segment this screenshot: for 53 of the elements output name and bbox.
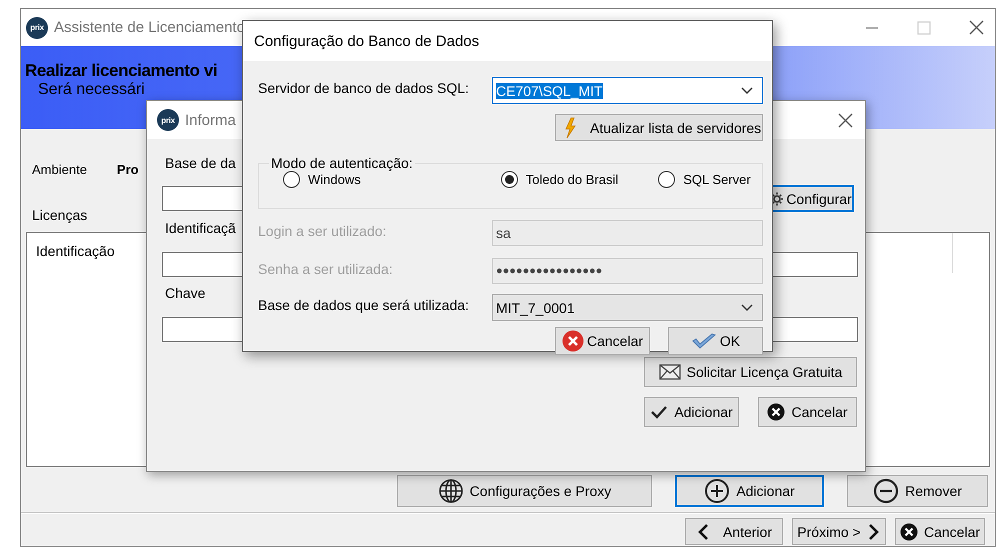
radio-button[interactable]: Windows [283,171,361,188]
field-label: Base de dados que será utilizada: [258,296,470,313]
add-button[interactable]: Adicionar [675,475,824,507]
x-circle-icon [767,403,786,421]
minus-circle-icon [873,478,900,504]
field-label: Login a ser utilizado: [258,222,388,239]
cancel-button[interactable]: Cancelar [758,397,857,427]
licenses-label: Licenças [31,207,88,223]
refresh-button[interactable]: Atualizar lista de servidores [555,114,763,141]
environment-value: Pro [116,162,139,177]
server-dropdown[interactable]: CE707\SQL_MIT [492,77,763,104]
plus-circle-icon [704,478,730,504]
lightning-icon [564,116,576,138]
check-icon [690,332,717,350]
window-title: Assistente de Licenciamento [54,19,245,36]
check-icon [650,404,668,420]
chevron-down-icon [740,86,754,95]
header-subtitle: Será necessári [38,81,145,99]
cancel-button[interactable]: Cancelar [555,327,650,355]
envelope-icon [658,364,681,380]
database-dropdown[interactable]: MIT_7_0001 [492,294,763,321]
cancel-button[interactable]: Cancelar [895,518,985,545]
radio-button[interactable]: SQL Server [658,171,751,188]
remove-button[interactable]: Remover [847,475,988,507]
chevron-left-icon [696,522,710,540]
x-circle-icon [900,522,918,540]
window-title: Informa [185,112,236,128]
field-label: Senha a ser utilizada: [258,260,394,277]
app-logo: prix [157,109,179,131]
environment-label: Ambiente [32,162,87,177]
dialog-title: Configuração do Banco de Dados [254,32,480,50]
app-logo: prix [26,16,48,38]
chevron-down-icon [740,303,754,312]
globe-icon [438,478,464,504]
close-icon[interactable] [838,112,853,128]
x-circle-icon [562,330,584,352]
radio-button[interactable]: Toledo do Brasil [500,171,618,188]
gear-icon [770,190,784,206]
add-button[interactable]: Adicionar [644,397,739,427]
field-label: Servidor de banco de dados SQL: [258,79,470,96]
field-label: Chave [165,285,206,301]
group-legend: Modo de autenticação: [269,155,415,171]
field-label: Identificaçã [165,220,236,236]
field-label: Base de da [165,155,236,171]
settings-button[interactable]: Configurações e Proxy [397,475,652,507]
request-license-button[interactable]: Solicitar Licença Gratuita [644,357,857,387]
column-header: Identificação [36,243,115,259]
close-icon[interactable] [969,20,984,35]
chevron-right-icon [866,522,881,540]
header-title: Realizar licenciamento vi [25,61,218,81]
ok-button[interactable]: OK [668,327,763,355]
back-button[interactable]: Anterior [685,518,783,545]
next-button[interactable]: Próximo > [792,518,886,545]
